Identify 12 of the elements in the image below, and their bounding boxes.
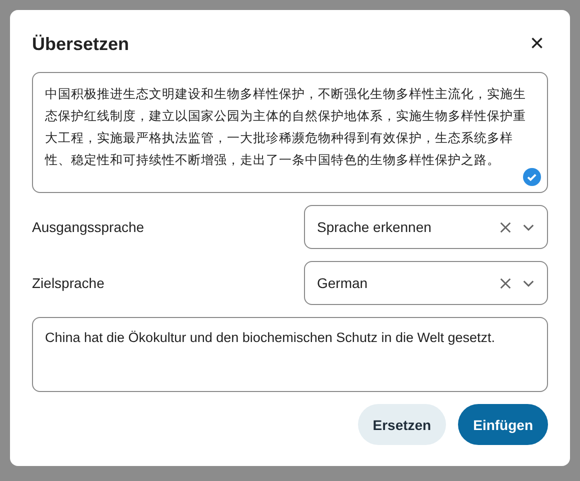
close-button[interactable]: × bbox=[526, 32, 548, 56]
language-select[interactable]: Sprache erkennen bbox=[304, 205, 548, 249]
clear-icon[interactable] bbox=[499, 220, 512, 234]
field-label: Zielsprache bbox=[32, 275, 104, 291]
field-label: Ausgangssprache bbox=[32, 219, 144, 235]
replace-button[interactable]: Ersetzen bbox=[358, 404, 446, 445]
insert-button[interactable]: Einfügen bbox=[458, 404, 548, 445]
clear-icon[interactable] bbox=[499, 276, 512, 290]
source-text-field[interactable]: 中国积极推进生态文明建设和生物多样性保护，不断强化生物多样性主流化，实施生态保护红线制度，建立以国家公园为主体的自然保护地体系，实施生物多样性保护重大工程，实施最严格执法监管，一大批珍稀濒危物种得到有效保护，生态系统多样性、稳定性和可持续性不断增强，走出了一条中国特色的生物多样性保护之路。 bbox=[32, 72, 548, 193]
dialog-title: Übersetzen bbox=[32, 34, 130, 54]
result-text-field[interactable]: China hat die Ökokultur und den biochemischen Schutz in die Welt gesetzt. bbox=[32, 317, 548, 392]
language-select[interactable]: German bbox=[304, 261, 548, 305]
